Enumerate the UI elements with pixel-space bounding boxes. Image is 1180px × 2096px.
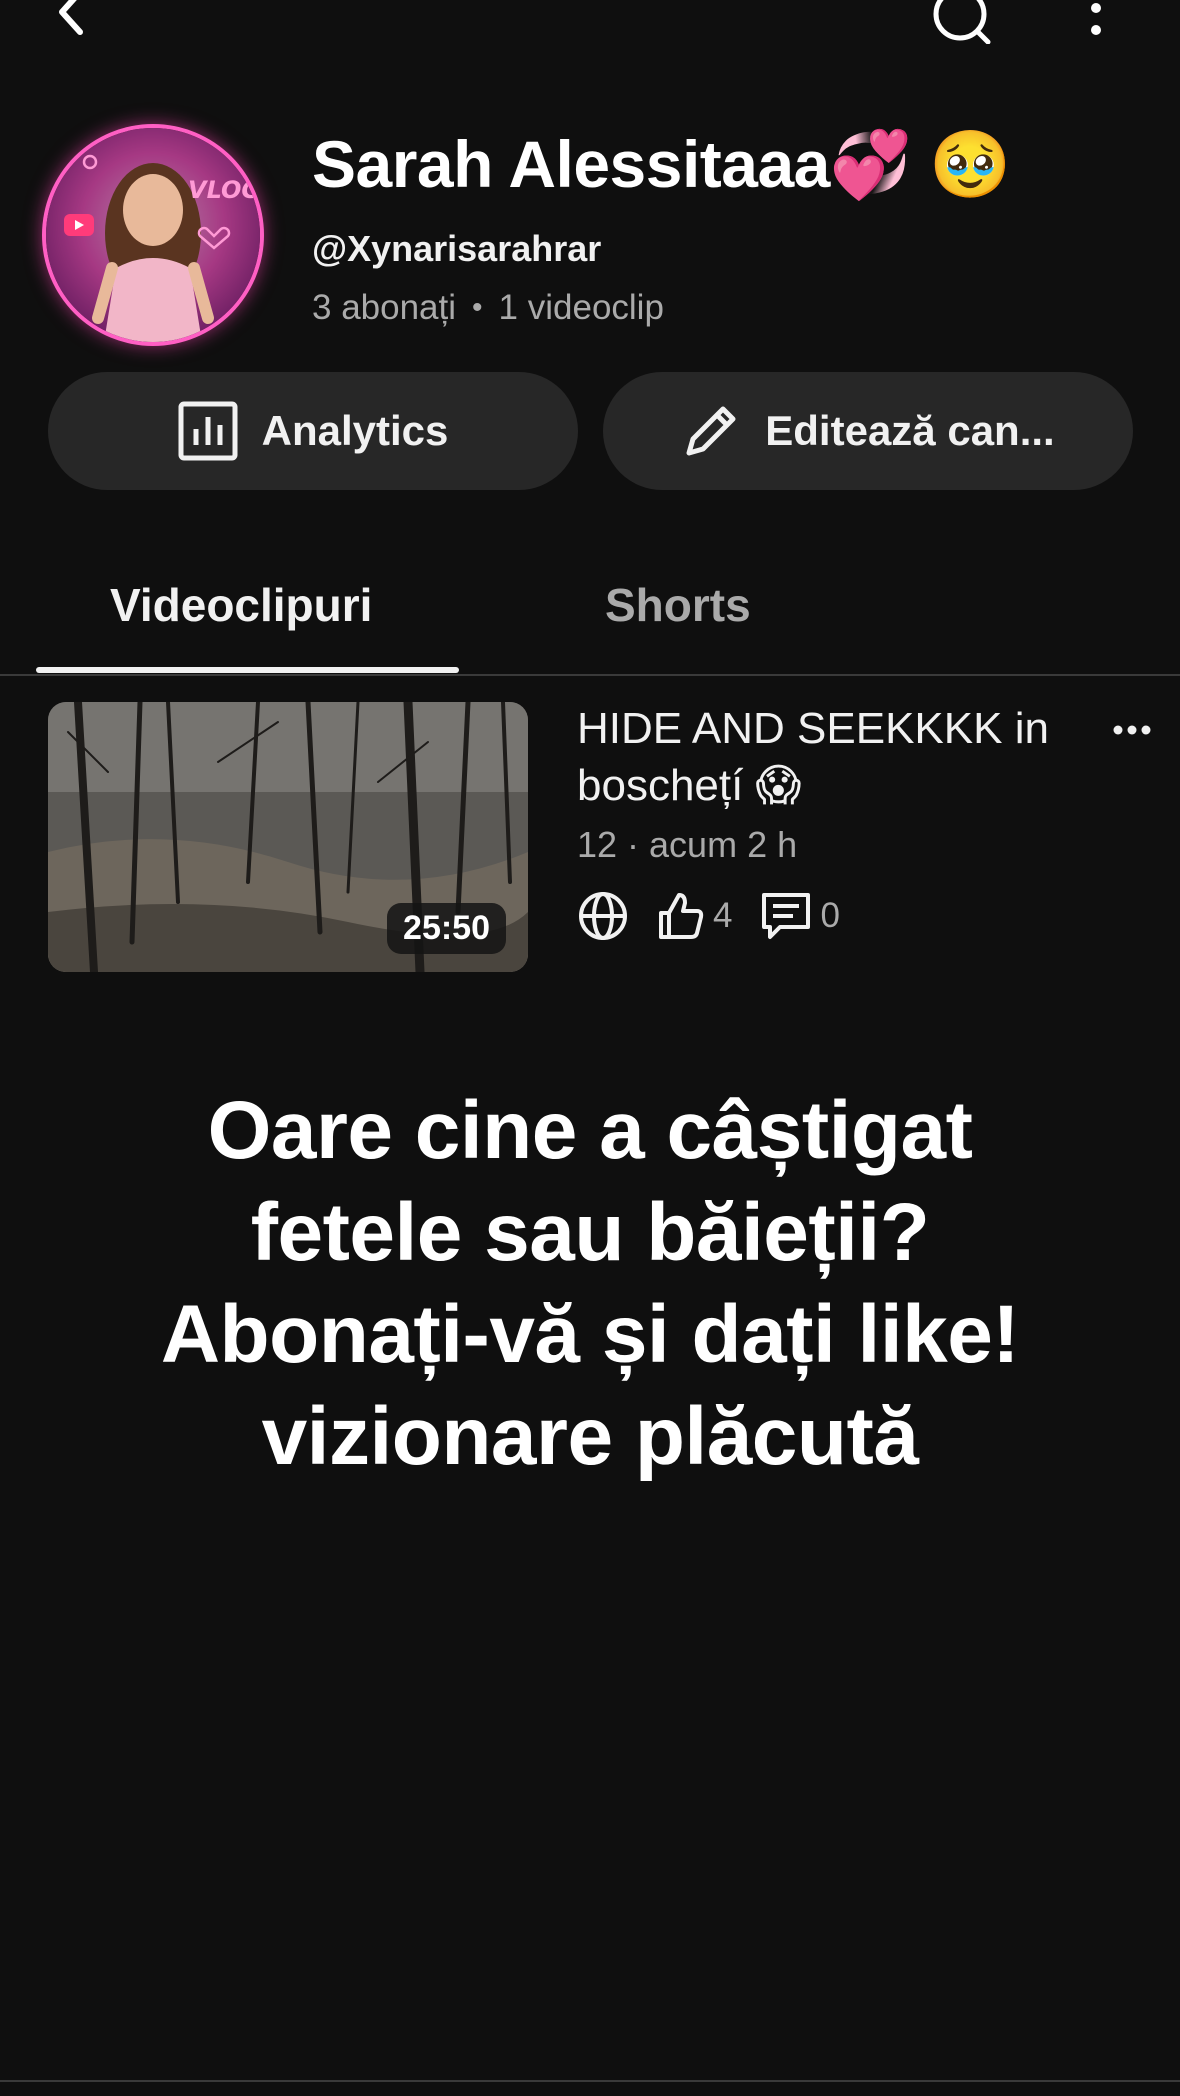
- channel-name: Sarah Alessitaaa💞 🥹: [312, 127, 1012, 201]
- video-title[interactable]: HIDE AND SEEKKKK in boschețí 😱: [577, 700, 1057, 814]
- avatar-image: VLOG: [46, 128, 260, 342]
- search-icon: [933, 0, 991, 44]
- channel-description: Oare cine a câștigat fetele sau băieții?…: [160, 1085, 1020, 1482]
- tab-videos[interactable]: Videoclipuri: [110, 578, 372, 632]
- channel-stats[interactable]: 3 abonați • 1 videoclip: [312, 288, 664, 328]
- video-thumbnail[interactable]: 25:50: [48, 702, 528, 972]
- video-stats: 4 0: [577, 890, 840, 942]
- edit-channel-button[interactable]: Editează can...: [603, 372, 1133, 490]
- pencil-icon: [686, 406, 736, 456]
- edit-channel-label: Editează can...: [765, 407, 1055, 454]
- video-count: 1 videoclip: [498, 288, 664, 327]
- svg-text:VLOG: VLOG: [188, 176, 260, 204]
- channel-avatar[interactable]: VLOG: [46, 128, 260, 342]
- bottom-divider: [0, 2080, 1180, 2082]
- comment-icon: [762, 893, 811, 939]
- visibility-indicator: [577, 890, 629, 942]
- back-button[interactable]: [40, 0, 100, 40]
- comment-count: 0: [820, 896, 840, 935]
- likes-indicator: 4: [655, 891, 732, 941]
- thumbs-up-icon: [659, 893, 704, 939]
- active-tab-indicator: [36, 667, 459, 673]
- analytics-chart-icon: [178, 401, 238, 461]
- tabs-divider: [0, 674, 1180, 676]
- globe-icon: [579, 892, 627, 940]
- more-options-button[interactable]: [1078, 0, 1114, 44]
- video-meta: 12 · acum 2 h: [577, 824, 798, 865]
- back-arrow-icon: [59, 0, 83, 35]
- channel-handle: @Xynarisarahrar: [312, 228, 602, 269]
- horizontal-dots-icon: [1113, 725, 1151, 735]
- search-button[interactable]: [926, 0, 996, 44]
- analytics-button[interactable]: Analytics: [48, 372, 578, 490]
- vertical-dots-icon: [1091, 3, 1101, 35]
- comments-indicator: 0: [760, 891, 840, 941]
- stats-separator: •: [472, 291, 483, 324]
- video-more-button[interactable]: [1108, 710, 1156, 750]
- analytics-label: Analytics: [261, 407, 449, 454]
- video-duration: 25:50: [387, 903, 506, 954]
- subscriber-count: 3 abonați: [312, 288, 457, 327]
- tab-shorts[interactable]: Shorts: [605, 578, 751, 632]
- like-count: 4: [713, 896, 733, 935]
